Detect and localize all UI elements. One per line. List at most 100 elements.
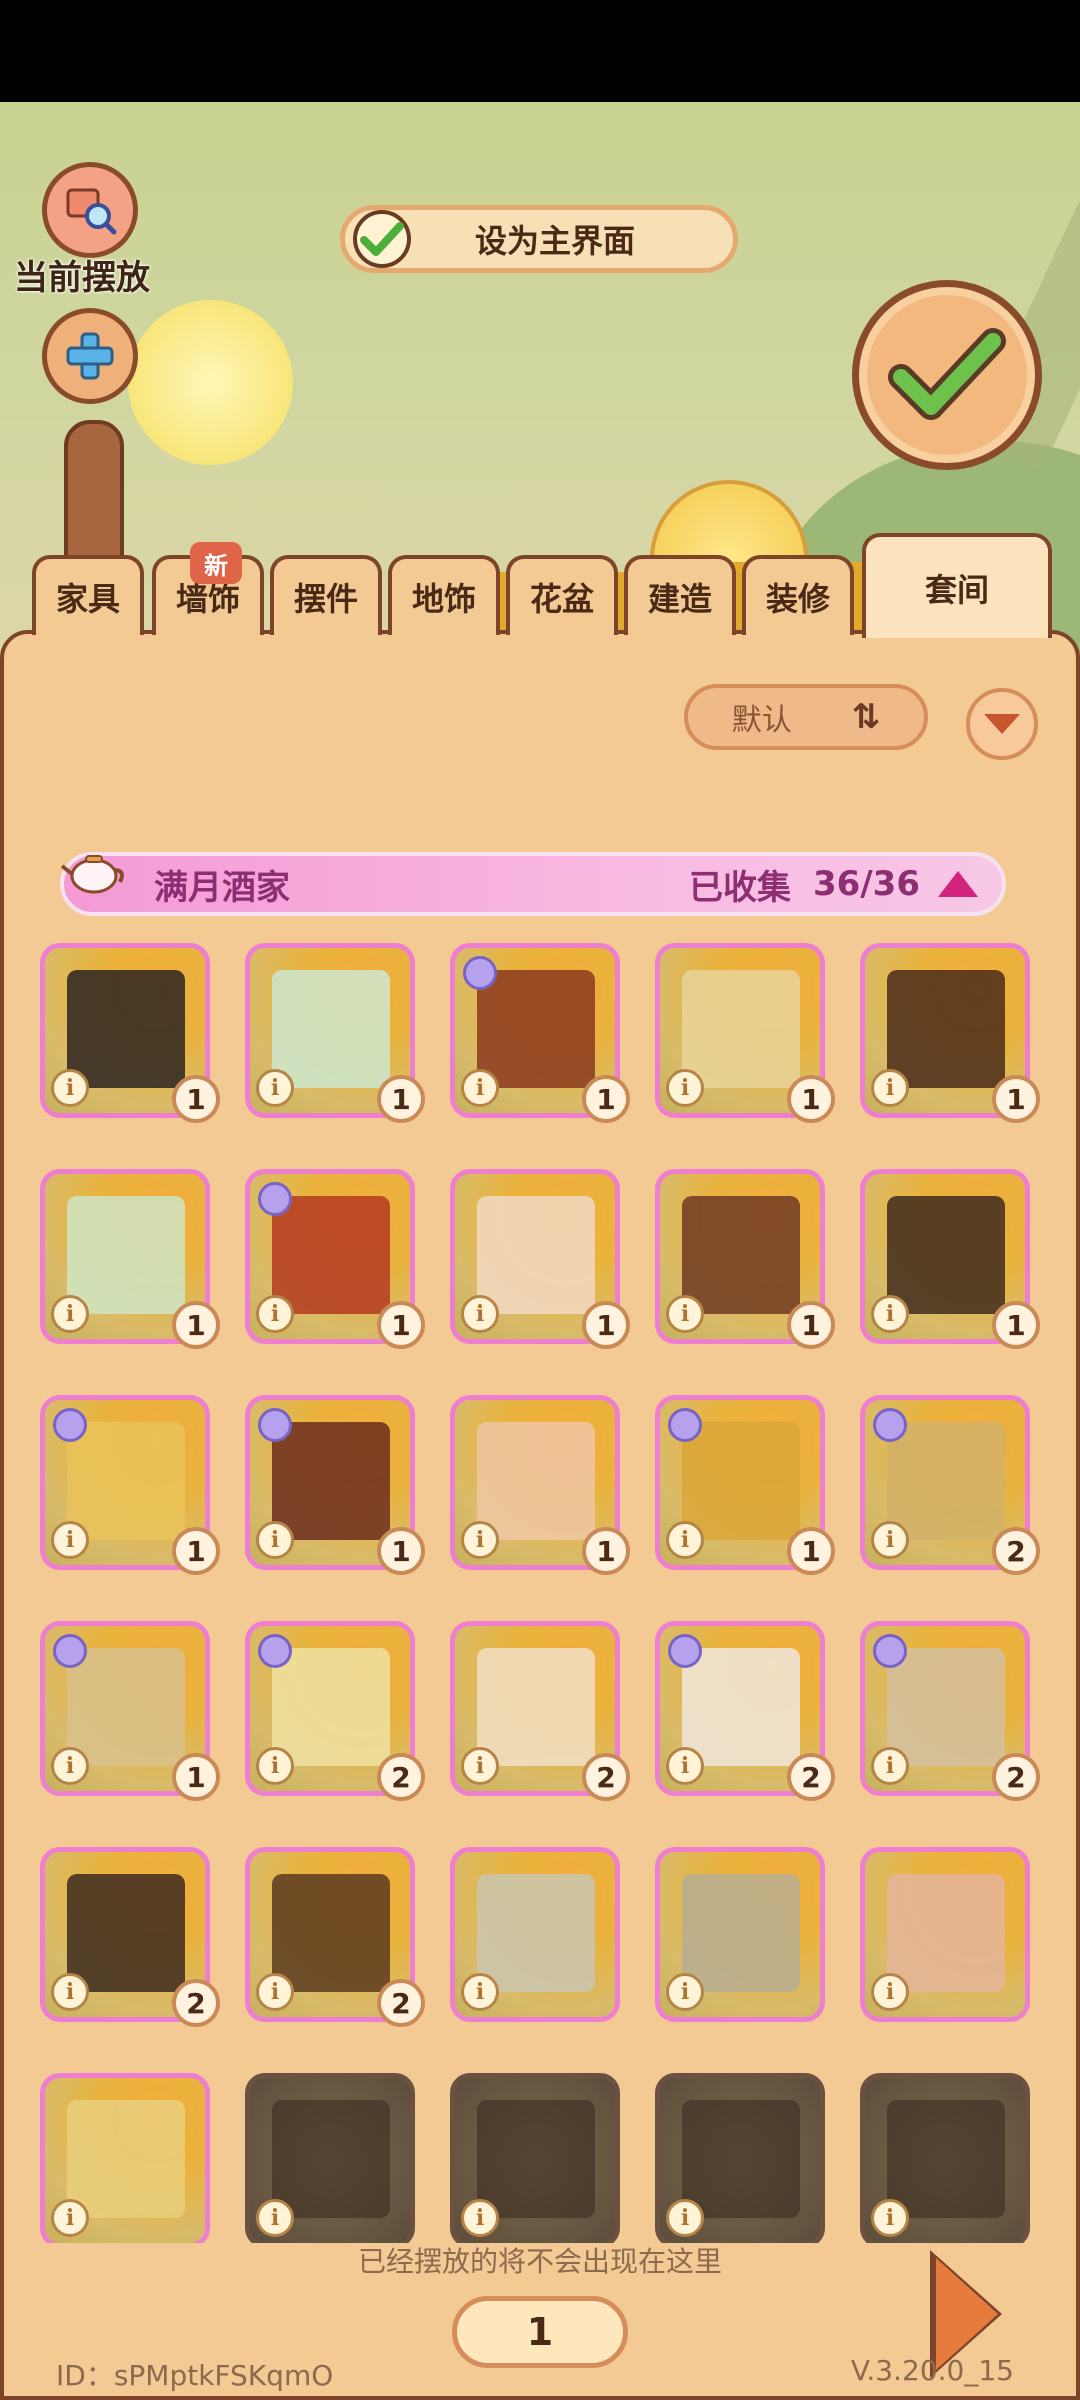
confirm-button[interactable] (852, 280, 1042, 470)
tab-floor-decor[interactable]: 地饰 (388, 555, 500, 635)
item-thumbnail (477, 1422, 595, 1540)
collected-label: 已收集 (688, 867, 791, 908)
item-quantity-badge: 1 (377, 1301, 425, 1349)
suite-tag-icon (463, 956, 497, 990)
chevron-down-icon (984, 714, 1020, 734)
tab-building[interactable]: 建造 (624, 555, 736, 635)
tab-furniture[interactable]: 家具 (32, 555, 144, 635)
set-header-banner[interactable]: 满月酒家 已收集 36/36 (60, 852, 1006, 916)
item-thumbnail (477, 970, 595, 1088)
info-icon[interactable]: i (256, 2199, 294, 2237)
info-icon[interactable]: i (256, 1747, 294, 1785)
checkbox[interactable] (353, 210, 411, 268)
info-icon[interactable]: i (51, 2199, 89, 2237)
new-badge: 新 (190, 542, 242, 584)
item-thumbnail (477, 1874, 595, 1992)
suite-tag-icon (53, 1634, 87, 1668)
check-icon (360, 222, 404, 256)
info-icon[interactable]: i (871, 1973, 909, 2011)
info-icon[interactable]: i (666, 1973, 704, 2011)
page-indicator[interactable]: 1 (452, 2296, 628, 2368)
info-icon[interactable]: i (461, 1521, 499, 1559)
info-icon[interactable]: i (666, 2199, 704, 2237)
item-thumbnail (887, 1874, 1005, 1992)
item-quantity-badge: 2 (582, 1753, 630, 1801)
info-icon[interactable]: i (666, 1521, 704, 1559)
suite-tag-icon (668, 1634, 702, 1668)
set-as-home-toggle[interactable]: 设为主界面 (340, 205, 738, 273)
item-thumbnail (67, 1196, 185, 1314)
info-icon[interactable]: i (461, 1069, 499, 1107)
tab-label: 花盆 (529, 580, 594, 618)
info-icon[interactable]: i (51, 1747, 89, 1785)
current-placement-label: 当前摆放 (14, 258, 150, 298)
item-quantity-badge: 1 (172, 1527, 220, 1575)
info-icon[interactable]: i (871, 1521, 909, 1559)
item-thumbnail (67, 1874, 185, 1992)
item-thumbnail (682, 970, 800, 1088)
item-card[interactable]: i (40, 2073, 210, 2243)
current-placement-button[interactable] (42, 162, 138, 258)
search-icon (66, 188, 117, 235)
info-icon[interactable]: i (871, 2199, 909, 2237)
item-card[interactable]: i (860, 1847, 1030, 2022)
item-quantity-badge: 1 (172, 1301, 220, 1349)
info-icon[interactable]: i (461, 1295, 499, 1333)
info-icon[interactable]: i (871, 1069, 909, 1107)
info-icon[interactable]: i (51, 1295, 89, 1333)
item-thumbnail (887, 970, 1005, 1088)
suite-tag-icon (258, 1634, 292, 1668)
info-icon[interactable]: i (666, 1747, 704, 1785)
set-name: 满月酒家 (154, 867, 290, 908)
add-button[interactable] (42, 308, 138, 404)
tab-suites[interactable]: 套间 (862, 533, 1052, 638)
status-bar (0, 0, 1080, 102)
item-card[interactable]: i (450, 2073, 620, 2243)
version-label: V.3.20.0_15 (850, 2354, 1014, 2387)
info-icon[interactable]: i (461, 1747, 499, 1785)
suite-tag-icon (258, 1182, 292, 1216)
item-thumbnail (67, 1648, 185, 1766)
item-quantity-badge: 2 (377, 1979, 425, 2027)
item-thumbnail (887, 1196, 1005, 1314)
item-thumbnail (67, 970, 185, 1088)
item-thumbnail (272, 1196, 390, 1314)
info-icon[interactable]: i (871, 1747, 909, 1785)
item-quantity-badge: 1 (582, 1301, 630, 1349)
suite-tag-icon (668, 1408, 702, 1442)
info-icon[interactable]: i (666, 1069, 704, 1107)
item-card[interactable]: i (450, 1847, 620, 2022)
item-thumbnail (272, 970, 390, 1088)
sort-order-icon: ⇅ (851, 697, 881, 737)
item-thumbnail (682, 1422, 800, 1540)
info-icon[interactable]: i (666, 1295, 704, 1333)
item-thumbnail (67, 1422, 185, 1540)
item-thumbnail (682, 1874, 800, 1992)
info-icon[interactable]: i (51, 1521, 89, 1559)
item-card[interactable]: i (860, 2073, 1030, 2243)
info-icon[interactable]: i (871, 1295, 909, 1333)
info-icon[interactable]: i (256, 1973, 294, 2011)
item-thumbnail (477, 2100, 595, 2218)
info-icon[interactable]: i (461, 2199, 499, 2237)
item-card[interactable]: i (655, 2073, 825, 2243)
tab-renovation[interactable]: 装修 (742, 555, 854, 635)
info-icon[interactable]: i (256, 1069, 294, 1107)
filter-dropdown-button[interactable] (966, 688, 1038, 760)
item-thumbnail (887, 1648, 1005, 1766)
item-thumbnail (682, 1196, 800, 1314)
info-icon[interactable]: i (256, 1521, 294, 1559)
tab-ornaments[interactable]: 摆件 (270, 555, 382, 635)
info-icon[interactable]: i (461, 1973, 499, 2011)
collapse-icon[interactable] (938, 871, 978, 897)
info-icon[interactable]: i (51, 1973, 89, 2011)
info-icon[interactable]: i (51, 1069, 89, 1107)
item-card[interactable]: i (245, 2073, 415, 2243)
tab-flowerpots[interactable]: 花盆 (506, 555, 618, 635)
item-quantity-badge: 1 (377, 1075, 425, 1123)
sort-selector[interactable]: 默认 ⇅ (684, 684, 928, 750)
item-thumbnail (887, 1422, 1005, 1540)
info-icon[interactable]: i (256, 1295, 294, 1333)
item-thumbnail (477, 1648, 595, 1766)
item-card[interactable]: i (655, 1847, 825, 2022)
